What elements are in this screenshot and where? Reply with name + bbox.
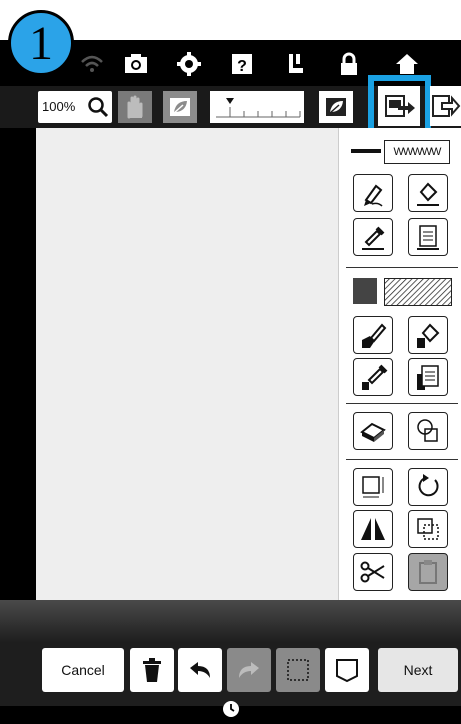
select-button[interactable]: [276, 648, 320, 692]
shapes-button[interactable]: [408, 412, 448, 450]
region-pattern-swatch[interactable]: [384, 278, 452, 306]
wifi-icon: [81, 55, 103, 72]
line-style-icon[interactable]: [351, 146, 381, 156]
line-fill-button[interactable]: [408, 174, 448, 212]
line-properties-button[interactable]: [408, 218, 448, 256]
lock-icon[interactable]: [335, 50, 363, 78]
system-nav-bar: [0, 701, 461, 724]
help-icon[interactable]: ?: [228, 50, 256, 78]
region-properties-button[interactable]: [408, 358, 448, 396]
region-properties-icon: [417, 365, 439, 390]
cut-icon: [360, 561, 385, 583]
region-brush-button[interactable]: [353, 316, 393, 354]
line-properties-icon: [417, 225, 439, 250]
line-pattern-button[interactable]: WWWWW: [384, 140, 450, 164]
background-display-button[interactable]: [319, 91, 353, 123]
panel-divider: [346, 459, 458, 460]
resize-icon: [362, 476, 384, 498]
eraser-button[interactable]: [353, 412, 393, 450]
dashed-select-icon: [287, 659, 309, 681]
rotate-button[interactable]: [408, 468, 448, 506]
region-fill-icon: [417, 323, 440, 348]
region-dropper-icon: [362, 364, 388, 390]
zoom-label: 100%: [42, 99, 76, 114]
eraser-icon: [360, 422, 386, 442]
region-color-swatch[interactable]: [353, 278, 377, 304]
density-slider[interactable]: [210, 91, 304, 123]
region-brush-icon: [362, 323, 387, 348]
settings-icon[interactable]: [175, 50, 203, 78]
shapes-icon: [417, 419, 438, 442]
slider-scale: [216, 98, 301, 118]
step-badge: 1: [8, 10, 74, 76]
zoom-icon: [88, 97, 109, 118]
region-dropper-button[interactable]: [353, 358, 393, 396]
zoom-button[interactable]: 100%: [38, 91, 112, 123]
panel-divider: [346, 267, 458, 268]
redo-button[interactable]: [227, 648, 271, 692]
trash-icon: [143, 658, 161, 682]
home-icon[interactable]: [393, 50, 421, 78]
duplicate-button[interactable]: [408, 510, 448, 548]
next-button[interactable]: Next: [378, 648, 458, 692]
frame-icon: [336, 659, 358, 683]
export-alt-button[interactable]: [430, 86, 461, 126]
pan-button[interactable]: [118, 91, 152, 123]
background-button[interactable]: [163, 91, 197, 123]
frame-button[interactable]: [325, 648, 369, 692]
redo-icon: [239, 662, 259, 678]
left-margin: [0, 128, 36, 600]
drawing-canvas[interactable]: [36, 128, 338, 600]
svg-text:?: ?: [237, 58, 247, 75]
resize-button[interactable]: [353, 468, 393, 506]
panel-divider: [346, 403, 458, 404]
cancel-button[interactable]: Cancel: [42, 648, 124, 692]
next-label: Next: [403, 662, 433, 678]
rotate-icon: [418, 474, 439, 497]
hand-icon: [127, 95, 143, 119]
region-fill-button[interactable]: [408, 316, 448, 354]
cancel-label: Cancel: [61, 662, 105, 678]
line-dropper-button[interactable]: [353, 218, 393, 256]
flip-button[interactable]: [353, 510, 393, 548]
line-pen-icon: [364, 184, 383, 207]
line-pen-button[interactable]: [353, 174, 393, 212]
line-fill-icon: [417, 182, 439, 206]
clock-icon: [223, 701, 239, 717]
duplicate-icon: [417, 518, 439, 540]
undo-icon: [190, 662, 210, 678]
flip-icon: [361, 518, 385, 540]
delete-button[interactable]: [130, 648, 174, 692]
paste-button[interactable]: [408, 553, 448, 591]
paste-icon: [419, 560, 437, 584]
line-dropper-icon: [362, 226, 385, 250]
camera-icon[interactable]: [122, 50, 150, 78]
export-alt-icon: [432, 95, 461, 117]
undo-button[interactable]: [178, 648, 222, 692]
leaf-icon: [170, 98, 190, 116]
sewing-foot-icon[interactable]: [281, 50, 309, 78]
line-pattern-label: WWWWW: [393, 146, 442, 158]
cut-button[interactable]: [353, 553, 393, 591]
leaf-icon: [326, 98, 346, 116]
